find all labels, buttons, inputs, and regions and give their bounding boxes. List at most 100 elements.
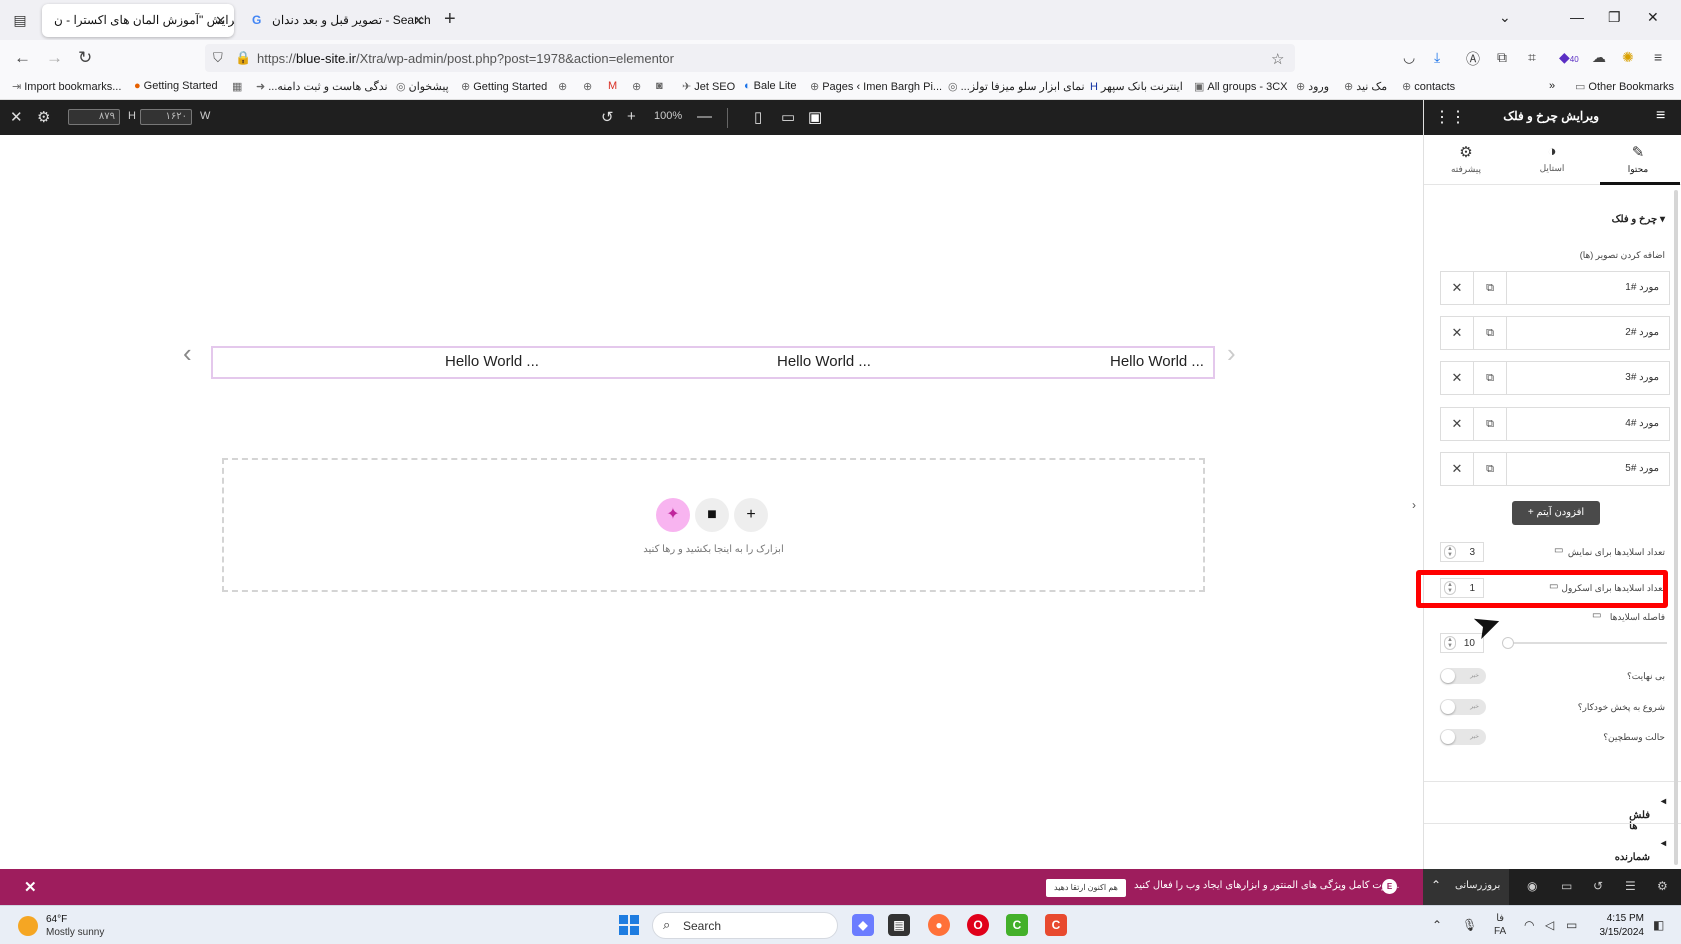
repeater-item[interactable]: ✕ ⧉ مورد #1	[1440, 271, 1670, 305]
center-mode-toggle[interactable]: خیر	[1440, 729, 1486, 745]
camtasia-icon[interactable]: C	[1006, 914, 1028, 936]
bookmark-item[interactable]: ◎ ...نمای ابزار سلو میزفا تولز	[948, 80, 1085, 93]
template-folder-icon[interactable]: ■	[695, 498, 729, 532]
gear-icon[interactable]: ⚙	[1657, 879, 1668, 893]
new-tab-icon[interactable]: +	[444, 8, 456, 31]
remove-icon[interactable]: ✕	[1441, 362, 1474, 394]
navigator-layers-icon[interactable]: ☰	[1625, 879, 1636, 893]
add-item-button[interactable]: + افزودن آیتم	[1512, 501, 1600, 525]
close-icon[interactable]: ✕	[10, 108, 23, 126]
preview-eye-icon[interactable]: ◉	[1527, 879, 1537, 893]
remove-icon[interactable]: ✕	[1441, 453, 1474, 485]
file-explorer-icon[interactable]: ▤	[888, 914, 910, 936]
globe-icon[interactable]: ⊕	[632, 80, 644, 93]
width-input[interactable]: ۱۶۲۰	[140, 109, 192, 125]
settings-ext-icon[interactable]: ✺	[1622, 49, 1634, 66]
battery-icon[interactable]: ▭	[1566, 918, 1577, 932]
download-icon[interactable]: ⤓	[1434, 49, 1440, 66]
bookmark-item[interactable]: ◐ Bale Lite	[744, 80, 796, 92]
windows-start-icon[interactable]	[619, 915, 639, 935]
forward-icon[interactable]: →	[46, 48, 63, 68]
pocket-icon[interactable]: ◡	[1403, 49, 1415, 66]
tab-advanced[interactable]: ⚙ پیشرفته	[1426, 143, 1506, 175]
tab-style[interactable]: ◑ استایل	[1512, 143, 1592, 174]
autoplay-toggle[interactable]: خیر	[1440, 699, 1486, 715]
clock[interactable]: 4:15 PM 3/15/2024	[1580, 912, 1645, 940]
duplicate-icon[interactable]: ⧉	[1474, 317, 1507, 349]
bookmark-item[interactable]: ⊕ Getting Started	[461, 80, 547, 93]
crop-icon[interactable]: ⌗	[1528, 49, 1536, 66]
panel-collapse-icon[interactable]: ›	[1406, 492, 1422, 518]
height-input[interactable]: ۸۷۹	[68, 109, 120, 125]
taskbar-search[interactable]: ⌕ Search	[652, 912, 838, 939]
tab-list-icon[interactable]: ▤	[10, 10, 30, 30]
infinite-toggle[interactable]: خیر	[1440, 668, 1486, 684]
widgets-grid-icon[interactable]: ⋮⋮	[1434, 107, 1466, 127]
globe-icon[interactable]: ⊕	[558, 80, 570, 93]
copilot-icon[interactable]: ◆	[852, 914, 874, 936]
bookmark-item[interactable]: ▦	[232, 80, 245, 93]
bookmark-item[interactable]: ⊕ ورود	[1296, 80, 1329, 93]
bookmark-item[interactable]: H اینترنت بانک سپهر	[1090, 80, 1183, 93]
lock-icon[interactable]: 🔒	[235, 50, 251, 66]
bookmark-item[interactable]: ➜ ...ندگی هاست و ثبت دامنه	[256, 80, 388, 93]
camtasia-recorder-icon[interactable]: C	[1045, 914, 1067, 936]
zoom-out-icon[interactable]: —	[697, 108, 712, 125]
back-icon[interactable]: ←	[14, 48, 31, 68]
extension-badge-icon[interactable]: ◆40	[1559, 49, 1579, 66]
menu-icon[interactable]: ≡	[1654, 49, 1662, 65]
language-indicator[interactable]: فا FA	[1494, 912, 1506, 938]
hamburger-icon[interactable]: ≡	[1656, 107, 1665, 125]
bookmark-item[interactable]: ▭ Other Bookmarks	[1575, 80, 1674, 93]
opera-icon[interactable]: O	[967, 914, 989, 936]
duplicate-icon[interactable]: ⧉	[1474, 272, 1507, 304]
history-icon[interactable]: ↺	[1593, 879, 1603, 893]
bookmark-star-icon[interactable]: ☆	[1271, 50, 1284, 68]
duplicate-icon[interactable]: ⧉	[1474, 408, 1507, 440]
window-close-icon[interactable]: ✕	[1647, 9, 1659, 26]
carousel-widget[interactable]: Hello World ... Hello World ... Hello Wo…	[211, 346, 1215, 379]
repeater-item[interactable]: ✕ ⧉ مورد #3	[1440, 361, 1670, 395]
tab-elementor[interactable]: ویرایش "آموزش المان های اکسترا - ن ✕	[42, 4, 234, 37]
undo-icon[interactable]: ↺	[601, 108, 614, 126]
repeater-item[interactable]: ✕ ⧉ مورد #2	[1440, 316, 1670, 350]
account-icon[interactable]: Ⓐ	[1466, 49, 1480, 69]
panel-scrollbar[interactable]	[1674, 190, 1678, 865]
bookmark-icon[interactable]: ◙	[656, 80, 666, 92]
chevron-up-icon[interactable]: ⌃	[1432, 918, 1442, 932]
desktop-icon[interactable]: ▭	[1592, 610, 1601, 621]
wifi-icon[interactable]: ◠	[1524, 918, 1534, 932]
repeater-item[interactable]: ✕ ⧉ مورد #4	[1440, 407, 1670, 441]
bookmark-item[interactable]: ● Getting Started	[134, 80, 218, 92]
desktop-icon[interactable]: ▭	[1554, 545, 1563, 556]
spinner-icon[interactable]: ▲ ▼	[1444, 545, 1456, 559]
minimize-icon[interactable]: —	[1570, 9, 1584, 25]
globe-icon[interactable]: ⊕	[583, 80, 595, 93]
gear-icon[interactable]: ⚙	[37, 108, 50, 126]
tablet-icon[interactable]: ▭	[781, 108, 795, 126]
bookmark-item[interactable]: ⊕ مک نید	[1344, 80, 1387, 93]
section-arrows[interactable]: فلش ها ◂	[1424, 781, 1681, 832]
update-button[interactable]: ⌃ بروزرسانی	[1423, 869, 1509, 905]
close-icon[interactable]: ✕	[413, 4, 424, 37]
slide-gap-slider[interactable]	[1507, 642, 1667, 644]
restore-icon[interactable]: ❐	[1608, 9, 1621, 26]
list-all-tabs-icon[interactable]: ⌄	[1499, 9, 1511, 26]
drop-zone[interactable]: ✦ ■ + ابزارک را به اینجا بکشید و رها کنی…	[222, 458, 1205, 592]
url-bar[interactable]: ⛉ 🔒 https://blue-site.ir/Xtra/wp-admin/p…	[205, 44, 1295, 72]
close-icon[interactable]: ✕	[24, 878, 37, 896]
mobile-icon[interactable]: ▯	[754, 108, 762, 126]
slides-to-show-input[interactable]: ▲ ▼ 3	[1440, 542, 1484, 562]
firefox-icon[interactable]: ●	[928, 914, 950, 936]
spinner-icon[interactable]: ▲ ▼	[1444, 636, 1456, 650]
bookmark-item[interactable]: ⊕ Pages ‹ Imen Bargh Pi...	[810, 80, 942, 93]
upgrade-button[interactable]: هم اکنون ارتقا دهید	[1046, 879, 1126, 897]
extensions-icon[interactable]: ⧉	[1497, 49, 1507, 66]
chevron-up-icon[interactable]: ⌃	[1431, 878, 1441, 892]
reload-icon[interactable]: ↻	[78, 48, 92, 68]
bookmark-item[interactable]: ◎ پیشخوان	[396, 80, 449, 93]
microphone-icon[interactable]: 🎙	[1462, 918, 1477, 932]
repeater-item[interactable]: ✕ ⧉ مورد #5	[1440, 452, 1670, 486]
bookmark-item[interactable]: ▣ All groups - 3CX	[1194, 80, 1288, 93]
url-text[interactable]: https://blue-site.ir/Xtra/wp-admin/post.…	[257, 51, 674, 66]
